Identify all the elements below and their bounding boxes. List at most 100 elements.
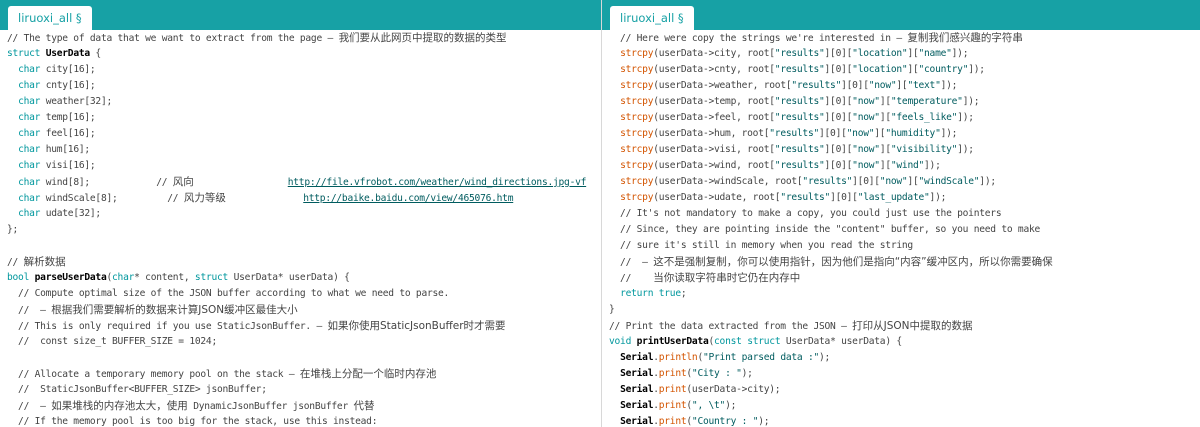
code-token: "now" <box>846 128 875 139</box>
code-line: char feel[16]; <box>7 126 601 142</box>
code-line: // Compute optimal size of the JSON buff… <box>7 286 601 302</box>
code-line: Serial.println("Print parsed data :"); <box>609 350 1200 366</box>
code-token: "results" <box>769 128 819 139</box>
code-token: ]); <box>957 144 974 155</box>
code-token: "results" <box>780 192 831 203</box>
code-token: UserData <box>45 48 90 59</box>
code-token: ][0][ <box>841 80 869 91</box>
code-line: char weather[32]; <box>7 94 601 110</box>
code-token: (userData->temp, root[ <box>653 96 775 107</box>
code-token: ]); <box>957 112 974 123</box>
code-line: // The type of data that we want to extr… <box>7 30 601 46</box>
code-token: Serial <box>620 416 654 427</box>
code-token: ", \t" <box>691 400 726 411</box>
code-token: (userData->visi, root[ <box>653 144 775 155</box>
code-token: temp[16]; <box>40 112 96 123</box>
right-code-area[interactable]: // Here were copy the strings we're inte… <box>609 30 1200 427</box>
code-line: }; <box>7 222 601 238</box>
code-line: strcpy(userData->wind, root["results"][0… <box>609 158 1200 174</box>
right-file-tab[interactable]: liruoxi_all § <box>610 6 694 30</box>
left-code-area[interactable]: // The type of data that we want to extr… <box>7 30 601 427</box>
code-token: "City : " <box>691 368 742 379</box>
code-line: // — 根据我们需要解析的数据来计算JSON缓冲区最佳大小 <box>7 302 601 318</box>
code-token: ][0][ <box>824 112 853 123</box>
code-line: // Here were copy the strings we're inte… <box>609 30 1200 46</box>
code-token: "Print parsed data :" <box>702 352 820 363</box>
left-file-tab[interactable]: liruoxi_all § <box>8 6 92 30</box>
code-token: return <box>620 288 654 299</box>
code-token: 如果你使用StaticJsonBuffer时才需要 <box>327 320 506 332</box>
code-token: ][0][ <box>824 64 853 75</box>
code-token: bool <box>7 272 30 283</box>
code-token: char <box>18 160 41 171</box>
code-token: 代替 <box>353 400 375 412</box>
code-token: strcpy <box>620 64 654 75</box>
code-token: "location" <box>852 64 908 75</box>
code-line: return true; <box>609 286 1200 302</box>
code-token: 如果堆栈的内存池太大，使用 <box>51 400 188 412</box>
code-token: (userData->wind, root[ <box>653 160 775 171</box>
code-token: char <box>18 112 41 123</box>
code-token: // — <box>609 257 654 268</box>
code-line: strcpy(userData->temp, root["results"][0… <box>609 94 1200 110</box>
code-token: "results" <box>774 48 825 59</box>
code-line: // Print the data extracted from the JSO… <box>609 318 1200 334</box>
code-line: char hum[16]; <box>7 142 601 158</box>
code-token: } <box>609 304 615 315</box>
code-token: { <box>89 48 101 59</box>
code-token: visi[16]; <box>40 160 96 171</box>
left-editor-pane: liruoxi_all § // The type of data that w… <box>0 0 601 427</box>
code-token: ); <box>725 400 737 411</box>
code-token: feel[16]; <box>40 128 96 139</box>
code-token: "temperature" <box>890 96 963 107</box>
code-token: // — <box>7 401 52 412</box>
code-token: println <box>658 352 698 363</box>
code-token: strcpy <box>620 128 654 139</box>
code-token: Serial <box>620 384 654 395</box>
code-token: "now" <box>852 112 880 123</box>
code-token: ]); <box>979 176 996 187</box>
code-token: ][0][ <box>824 48 853 59</box>
code-token: print <box>658 368 687 379</box>
code-token: ][ <box>907 64 919 75</box>
code-token: "results" <box>774 160 825 171</box>
code-line: // — 这不是强制复制，你可以使用指针，因为他们是指向“内容”缓冲区内，所以你… <box>609 254 1200 270</box>
code-token: (userData->weather, root[ <box>653 80 792 91</box>
code-token: "results" <box>774 144 825 155</box>
code-token: 风力等级 <box>183 192 226 204</box>
code-token: ][0][ <box>824 96 853 107</box>
code-token: // StaticJsonBuffer<BUFFER_SIZE> jsonBuf… <box>7 384 267 395</box>
code-token: }; <box>7 224 19 235</box>
code-line: // Since, they are pointing inside the "… <box>609 222 1200 238</box>
code-token: char <box>18 177 41 188</box>
code-token: strcpy <box>620 144 654 155</box>
code-token: struct <box>7 48 41 59</box>
code-token: cnty[16]; <box>40 80 96 91</box>
code-token: // Since, they are pointing inside the "… <box>609 224 1041 235</box>
code-token: print <box>658 416 687 427</box>
code-line: strcpy(userData->feel, root["results"][0… <box>609 110 1200 126</box>
code-token: 根据我们需要解析的数据来计算JSON缓冲区最佳大小 <box>51 304 298 316</box>
code-token: struct <box>747 336 781 347</box>
code-line: // const size_t BUFFER_SIZE = 1024; <box>7 334 601 350</box>
code-line: Serial.print(userData->city); <box>609 382 1200 398</box>
code-token: "now" <box>852 144 880 155</box>
code-line: struct UserData { <box>7 46 601 62</box>
code-token: // Compute optimal size of the JSON buff… <box>7 288 450 299</box>
code-token: ][ <box>879 96 891 107</box>
code-line: strcpy(userData->city, root["results"][0… <box>609 46 1200 62</box>
code-line: Serial.print("Country : "); <box>609 414 1200 427</box>
code-token: 我们要从此网页中提取的数据的类型 <box>338 32 507 44</box>
code-token: "name" <box>918 48 952 59</box>
